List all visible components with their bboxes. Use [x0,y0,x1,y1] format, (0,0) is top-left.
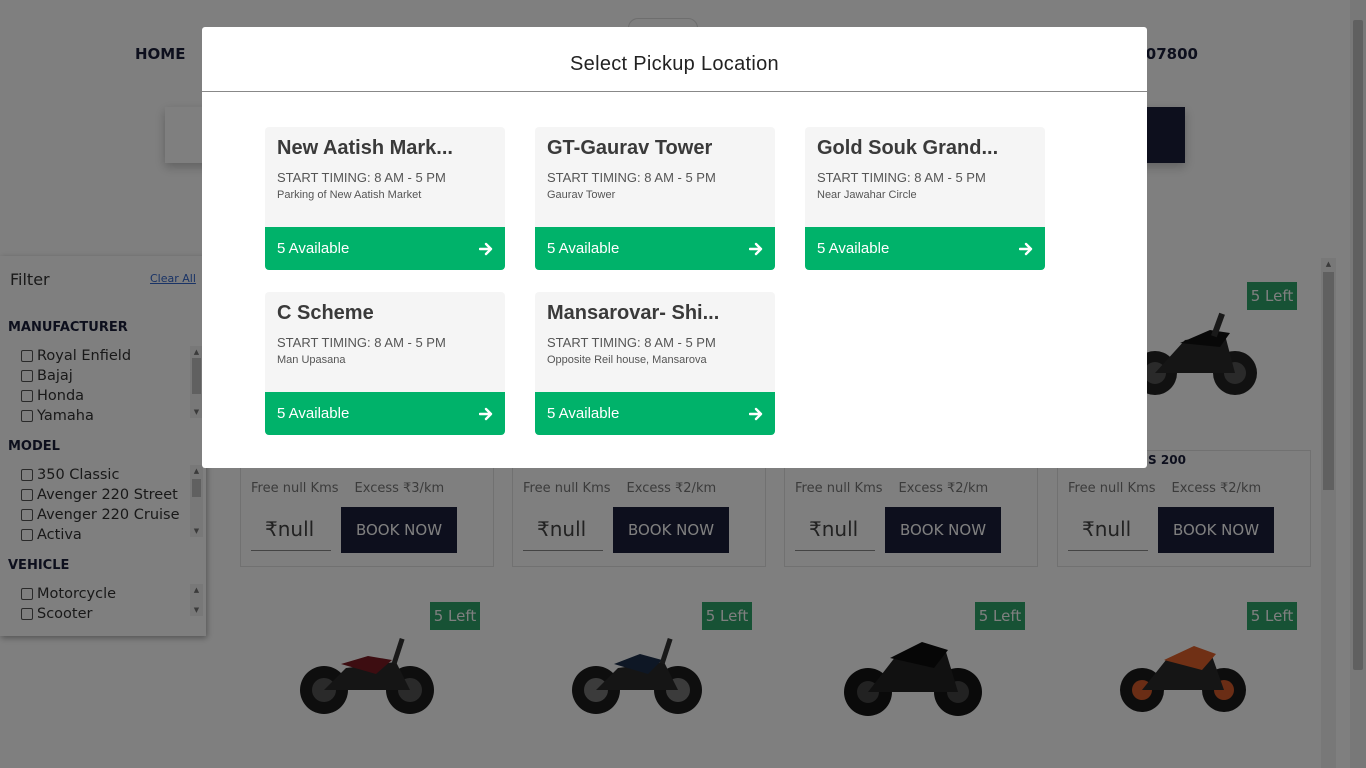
location-address: Opposite Reil house, Mansarova [547,354,707,366]
select-location-button[interactable]: 5 Available [805,227,1045,270]
select-location-button[interactable]: 5 Available [265,392,505,435]
availability-label: 5 Available [277,240,350,257]
arrow-right-icon [479,242,493,256]
location-timing: START TIMING: 8 AM - 5 PM [817,170,986,185]
location-timing: START TIMING: 8 AM - 5 PM [277,335,446,350]
arrow-right-icon [479,407,493,421]
arrow-right-icon [1019,242,1033,256]
select-location-button[interactable]: 5 Available [265,227,505,270]
location-card[interactable]: GT-Gaurav Tower START TIMING: 8 AM - 5 P… [535,127,775,270]
availability-label: 5 Available [547,405,620,422]
arrow-right-icon [749,407,763,421]
location-name: GT-Gaurav Tower [547,137,713,159]
location-address: Gaurav Tower [547,189,616,201]
location-address: Near Jawahar Circle [817,189,917,201]
location-name: C Scheme [277,302,374,324]
location-name: Gold Souk Grand... [817,137,999,159]
location-card[interactable]: Mansarovar- Shi... START TIMING: 8 AM - … [535,292,775,435]
availability-label: 5 Available [277,405,350,422]
location-timing: START TIMING: 8 AM - 5 PM [547,335,716,350]
location-address: Parking of New Aatish Market [277,189,422,201]
location-address: Man Upasana [277,354,346,366]
modal-title: Select Pickup Location [570,53,779,75]
pickup-location-modal: Select Pickup Location New Aatish Mark..… [202,27,1147,468]
location-timing: START TIMING: 8 AM - 5 PM [277,170,446,185]
modal-divider [202,91,1147,92]
select-location-button[interactable]: 5 Available [535,392,775,435]
location-timing: START TIMING: 8 AM - 5 PM [547,170,716,185]
location-card[interactable]: C Scheme START TIMING: 8 AM - 5 PM Man U… [265,292,505,435]
location-name: Mansarovar- Shi... [547,302,720,324]
arrow-right-icon [749,242,763,256]
availability-label: 5 Available [547,240,620,257]
location-card[interactable]: Gold Souk Grand... START TIMING: 8 AM - … [805,127,1045,270]
location-name: New Aatish Mark... [277,137,453,159]
availability-label: 5 Available [817,240,890,257]
select-location-button[interactable]: 5 Available [535,227,775,270]
location-card[interactable]: New Aatish Mark... START TIMING: 8 AM - … [265,127,505,270]
